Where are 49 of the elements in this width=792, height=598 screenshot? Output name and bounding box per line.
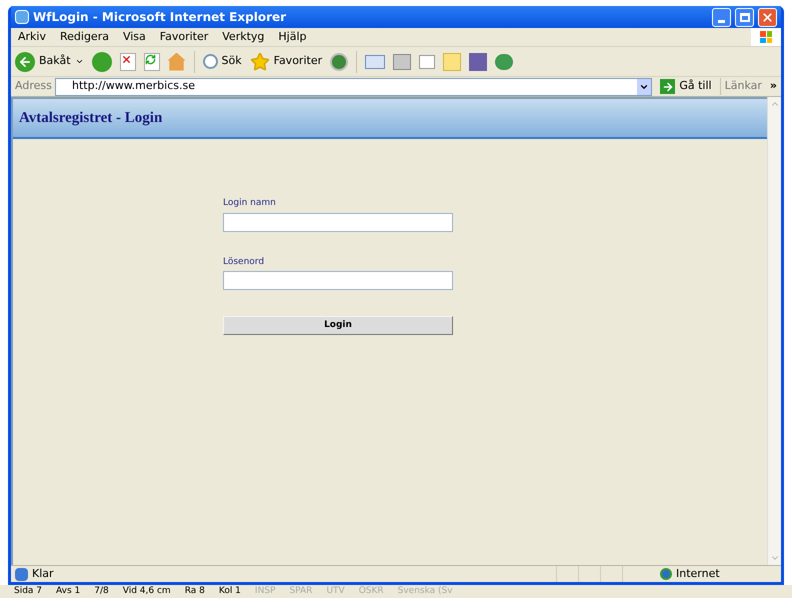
search-button[interactable]: Sök — [202, 53, 242, 70]
word-status-item: Ra 8 — [184, 587, 205, 596]
menu-item[interactable]: Redigera — [52, 28, 116, 46]
menu-item[interactable]: Arkiv — [11, 28, 53, 46]
favorites-button[interactable]: Favoriter — [250, 52, 322, 72]
input-field[interactable] — [223, 212, 453, 232]
status-text: Klar — [32, 566, 55, 582]
address-field[interactable]: http://www.merbics.se — [55, 78, 652, 96]
go-arrow-icon[interactable] — [662, 80, 674, 92]
star-icon[interactable] — [250, 52, 270, 72]
menu-item[interactable]: Visa — [116, 28, 153, 46]
menu-item[interactable]: Favoriter — [152, 28, 216, 46]
zone-text: Internet — [676, 566, 720, 582]
dropdown-icon[interactable] — [637, 78, 652, 94]
globe-icon — [660, 568, 672, 580]
word-status-item: 7/8 — [94, 587, 109, 596]
window-title: WfLogin - Microsoft Internet Explorer — [33, 9, 288, 26]
word-status-item: Kol 1 — [218, 587, 241, 596]
home-icon[interactable] — [168, 52, 186, 70]
word-status-item: Sida 7 — [14, 587, 42, 596]
login-button[interactable]: Login — [223, 316, 453, 335]
close-button[interactable] — [758, 8, 777, 26]
word-status-item: SPAR — [289, 587, 312, 596]
page-heading: Avtalsregistret - Login — [19, 108, 162, 128]
word-status-item: Avs 1 — [56, 587, 80, 596]
links-label[interactable]: Länkar — [720, 78, 762, 95]
refresh-icon[interactable] — [144, 52, 160, 70]
word-status-item: INSP — [254, 587, 276, 596]
back-arrow-icon[interactable] — [18, 54, 32, 68]
chevron-label[interactable]: » — [766, 78, 781, 95]
word-status-item: Vid 4,6 cm — [122, 587, 171, 596]
input-field[interactable] — [223, 271, 453, 290]
go-button[interactable]: Gå till — [656, 78, 716, 95]
back-button[interactable]: Bakåt — [15, 52, 84, 72]
minimize-button[interactable] — [712, 8, 731, 26]
menu-item[interactable]: Hjälp — [271, 28, 314, 46]
field-label: Lösenord — [223, 256, 266, 268]
stop-icon[interactable] — [120, 52, 136, 70]
address-label: Adress — [15, 78, 51, 94]
windows-logo-icon — [751, 28, 781, 46]
maximize-button[interactable] — [735, 8, 754, 26]
caret-icon[interactable] — [74, 57, 84, 66]
field-label: Login namn — [223, 197, 277, 210]
scrollbar[interactable] — [767, 97, 781, 565]
word-status-item: UTV — [326, 587, 345, 596]
word-status-item: Svenska (Sv — [398, 587, 453, 596]
close-icon[interactable] — [761, 10, 774, 24]
word-status-item: ÖSKR — [358, 587, 384, 596]
menu-item[interactable]: Verktyg — [215, 28, 272, 46]
